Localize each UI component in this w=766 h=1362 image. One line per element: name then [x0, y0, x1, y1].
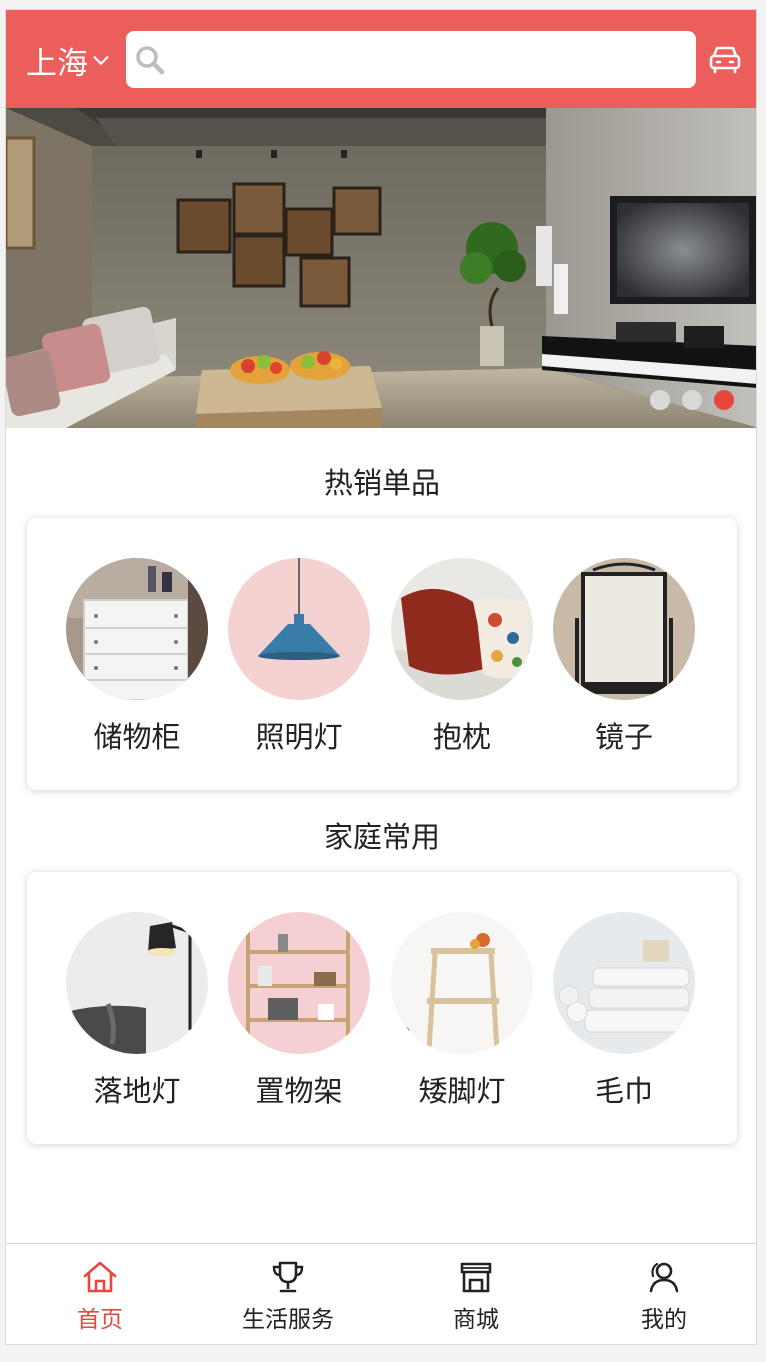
product-item-pillow[interactable]: 抱枕 [387, 558, 537, 758]
search-box[interactable] [126, 31, 696, 88]
tab-mall[interactable]: 商城 [382, 1258, 570, 1338]
home-essentials-card: 落地灯 置物架 矮脚灯 毛巾 [27, 872, 737, 1144]
car-icon[interactable] [706, 40, 744, 78]
carousel-dot-active[interactable] [714, 390, 734, 410]
user-icon [649, 1262, 679, 1293]
cabinet-thumbnail [66, 558, 208, 700]
section-title-home: 家庭常用 [323, 820, 440, 854]
tab-label: 首页 [77, 1307, 123, 1333]
chevron-down-icon [93, 56, 109, 65]
carousel-dot[interactable] [682, 390, 702, 410]
product-item-mirror[interactable]: 镜子 [549, 558, 699, 758]
product-item-stool[interactable]: 矮脚灯 [387, 912, 537, 1112]
product-item-towel[interactable]: 毛巾 [549, 912, 699, 1112]
tab-mine[interactable]: 我的 [570, 1258, 756, 1338]
towel-thumbnail [553, 912, 695, 1054]
tab-label: 我的 [641, 1307, 687, 1333]
shelf-thumbnail [228, 912, 370, 1054]
search-icon [136, 45, 165, 74]
product-label: 储物柜 [93, 720, 181, 754]
pillow-thumbnail [391, 558, 533, 700]
promo-banner[interactable] [6, 108, 756, 428]
app-frame: 上海 热销单品 储物柜 照明灯 抱枕 镜子 家庭常用 落地灯 置物架 矮脚灯 毛… [5, 9, 757, 1345]
city-selector[interactable]: 上海 [26, 40, 112, 82]
product-item-shelf[interactable]: 置物架 [224, 912, 374, 1112]
product-label: 落地灯 [93, 1074, 181, 1108]
hot-products-card: 储物柜 照明灯 抱枕 镜子 [27, 518, 737, 790]
tab-life-services[interactable]: 生活服务 [194, 1258, 382, 1338]
home-icon [83, 1261, 117, 1293]
tab-home[interactable]: 首页 [6, 1258, 194, 1338]
floor-lamp-thumbnail [66, 912, 208, 1054]
product-label: 镜子 [594, 720, 653, 754]
product-label: 矮脚灯 [418, 1074, 506, 1108]
product-label: 毛巾 [594, 1074, 653, 1108]
store-icon [460, 1262, 492, 1293]
product-item-lamp[interactable]: 照明灯 [224, 558, 374, 758]
city-label: 上海 [26, 45, 88, 82]
product-label: 照明灯 [255, 720, 343, 754]
tab-label: 生活服务 [242, 1307, 334, 1333]
top-bar: 上海 [6, 10, 756, 108]
section-title-hot: 热销单品 [323, 466, 440, 500]
bottom-tab-bar: 首页 生活服务 商城 我的 [6, 1243, 756, 1344]
mirror-thumbnail [553, 558, 695, 700]
carousel-dot[interactable] [650, 390, 670, 410]
product-label: 置物架 [255, 1074, 343, 1108]
product-item-cabinet[interactable]: 储物柜 [62, 558, 212, 758]
search-input[interactable] [168, 31, 696, 88]
carousel-dots [650, 390, 734, 410]
stool-thumbnail [391, 912, 533, 1054]
product-label: 抱枕 [432, 720, 491, 754]
lamp-thumbnail [228, 558, 370, 700]
tab-label: 商城 [453, 1307, 499, 1333]
living-room-photo [6, 108, 756, 428]
product-item-floor-lamp[interactable]: 落地灯 [62, 912, 212, 1112]
trophy-icon [272, 1261, 304, 1293]
